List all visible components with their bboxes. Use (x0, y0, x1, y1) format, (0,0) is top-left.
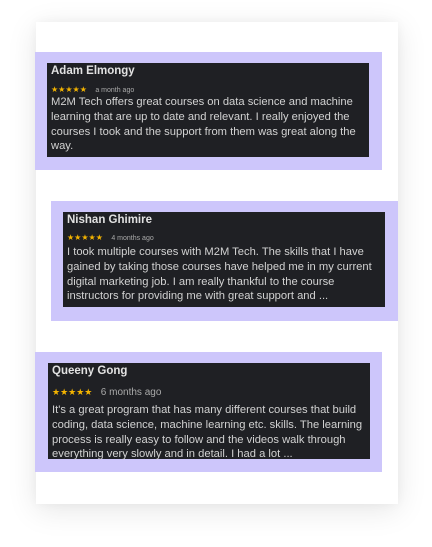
review-meta: ★★★★★ 4 months ago (67, 231, 154, 244)
star-rating-icon: ★★★★★ (52, 387, 93, 397)
review-text: It's a great program that has many diffe… (52, 404, 363, 461)
reviewer-name: Queeny Gong (52, 365, 128, 377)
review-text: I took multiple courses with M2M Tech. T… (67, 246, 372, 303)
review-card[interactable]: Nishan Ghimire ★★★★★ 4 months ago I took… (63, 212, 385, 307)
review-card[interactable]: Adam Elmongy ★★★★★ a month ago M2M Tech … (47, 63, 369, 157)
reviewer-name: Adam Elmongy (51, 65, 135, 77)
review-meta: ★★★★★ 6 months ago (52, 386, 161, 398)
review-card[interactable]: Queeny Gong ★★★★★ 6 months ago It's a gr… (48, 363, 370, 461)
review-time: a month ago (95, 87, 135, 94)
star-rating-icon: ★★★★★ (67, 233, 103, 242)
review-text: M2M Tech offers great courses on data sc… (51, 96, 356, 153)
review-time: 6 months ago (100, 387, 162, 398)
reviewer-name: Nishan Ghimire (67, 214, 152, 226)
star-rating-icon: ★★★★★ (51, 85, 87, 94)
review-time: 4 months ago (111, 235, 154, 242)
